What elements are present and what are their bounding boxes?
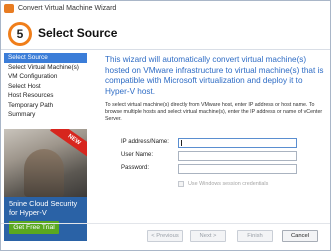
windows-credentials-label: Use Windows session credentials [188, 181, 269, 187]
wizard-window: Convert Virtual Machine Wizard 5 Select … [0, 0, 331, 251]
wizard-steps-sidebar: Select Source Select Virtual Machine(s) … [4, 53, 87, 131]
sidebar-item-select-virtual-machines[interactable]: Select Virtual Machine(s) [4, 63, 87, 73]
wizard-header: 5 Select Source [1, 16, 330, 50]
promo-banner[interactable]: NEW 5nine Cloud Security for Hyper-V Get… [4, 129, 87, 241]
password-label: Password: [121, 165, 150, 171]
sidebar-item-summary[interactable]: Summary [4, 110, 87, 120]
instructions-text: To select virtual machine(s) directly fr… [105, 102, 323, 122]
window-title: Convert Virtual Machine Wizard [18, 5, 117, 12]
title-bar[interactable]: Convert Virtual Machine Wizard [1, 1, 330, 16]
previous-button[interactable]: < Previous [147, 230, 183, 242]
ip-address-input[interactable] [178, 138, 297, 148]
text-caret [181, 140, 182, 146]
next-button[interactable]: Next > [190, 230, 226, 242]
sidebar-item-vm-configuration[interactable]: VM Configuration [4, 72, 87, 82]
page-title: Select Source [38, 26, 118, 40]
footer-divider [1, 223, 330, 224]
wizard-intro-text: This wizard will automatically convert v… [105, 55, 324, 96]
finish-button[interactable]: Finish [237, 230, 273, 242]
sidebar-item-select-host[interactable]: Select Host [4, 82, 87, 92]
password-input[interactable] [178, 164, 297, 174]
sidebar-item-temporary-path[interactable]: Temporary Path [4, 101, 87, 111]
sidebar-item-select-source[interactable]: Select Source [4, 53, 87, 63]
step-number-icon: 5 [8, 22, 32, 46]
step-number: 5 [11, 25, 29, 43]
promo-text: 5nine Cloud Security for Hyper-V [9, 199, 78, 217]
cancel-button[interactable]: Cancel [282, 230, 318, 242]
ip-label: IP address/Name: [121, 139, 169, 145]
user-name-label: User Name: [121, 152, 154, 158]
promo-person-image [24, 149, 64, 197]
windows-credentials-option: Use Windows session credentials [178, 181, 268, 187]
user-name-input[interactable] [178, 151, 297, 161]
windows-credentials-checkbox[interactable] [178, 181, 184, 187]
sidebar-item-host-resources[interactable]: Host Resources [4, 91, 87, 101]
app-icon [4, 4, 14, 13]
